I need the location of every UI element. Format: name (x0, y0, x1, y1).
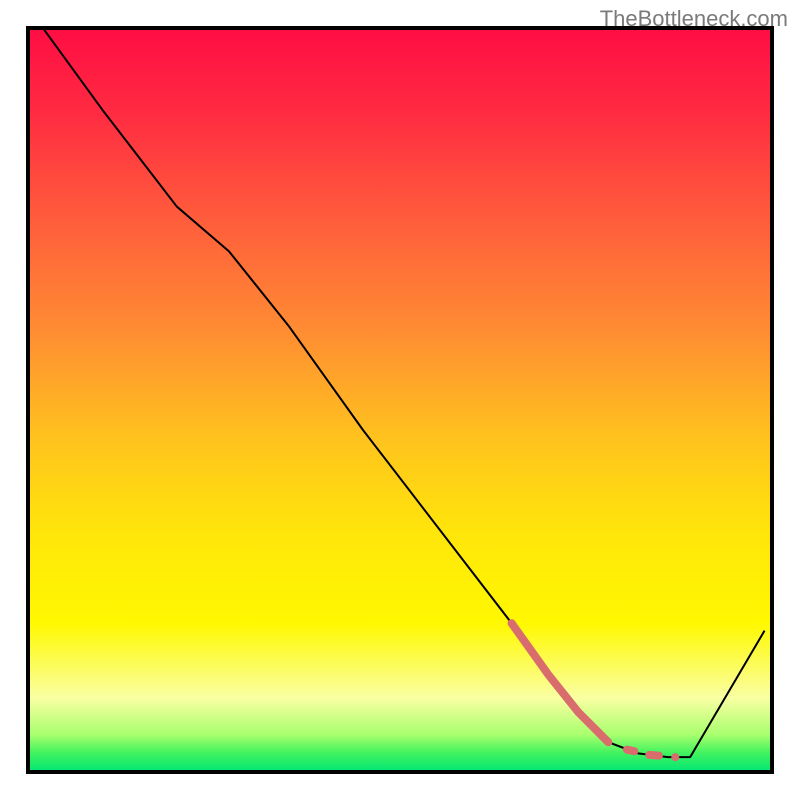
plot-background (28, 28, 772, 772)
chart-svg (0, 0, 800, 800)
watermark-text: TheBottleneck.com (600, 6, 788, 32)
chart-container: TheBottleneck.com (0, 0, 800, 800)
